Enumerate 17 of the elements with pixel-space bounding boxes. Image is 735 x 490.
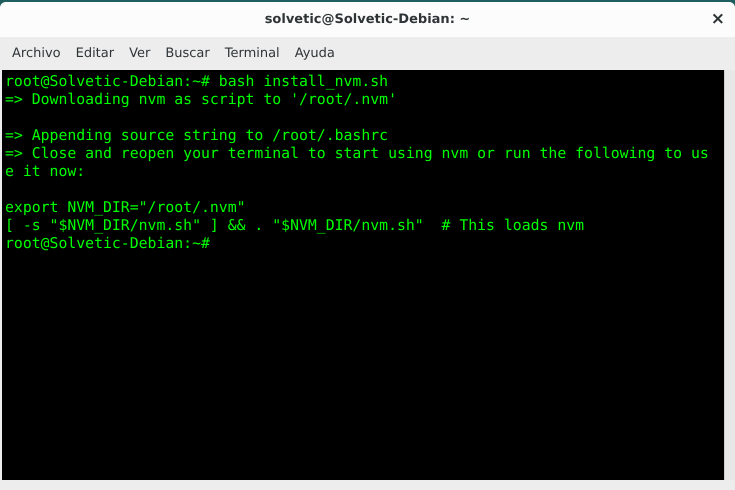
terminal-line: e it now: bbox=[5, 163, 86, 181]
terminal-line: root@Solvetic-Debian:~# bbox=[5, 235, 210, 253]
menu-item[interactable]: Ayuda bbox=[288, 46, 343, 61]
scrollbar[interactable] bbox=[724, 70, 735, 480]
terminal-line: root@Solvetic-Debian:~# bash install_nvm.sh bbox=[5, 73, 388, 91]
terminal-line: => Downloading nvm as script to '/root/.nvm' bbox=[5, 91, 397, 109]
menu-item[interactable]: Buscar bbox=[158, 46, 218, 61]
terminal-line: export NVM_DIR="/root/.nvm" bbox=[5, 199, 246, 217]
menu-item[interactable]: Ver bbox=[122, 46, 158, 61]
close-button[interactable]: × bbox=[706, 9, 729, 29]
terminal-line: [ -s "$NVM_DIR/nvm.sh" ] && . "$NVM_DIR/nvm.sh" # This loads nvm bbox=[5, 217, 584, 235]
menu-item[interactable]: Terminal bbox=[218, 46, 288, 61]
menu-item[interactable]: Editar bbox=[68, 46, 122, 61]
window-title: solvetic@Solvetic-Debian: ~ bbox=[264, 12, 470, 27]
terminal-line: => Close and reopen your terminal to start using nvm or run the following to us bbox=[5, 145, 709, 163]
menu-item[interactable]: Archivo bbox=[5, 46, 69, 61]
terminal-line: => Appending source string to /root/.bashrc bbox=[5, 127, 388, 145]
